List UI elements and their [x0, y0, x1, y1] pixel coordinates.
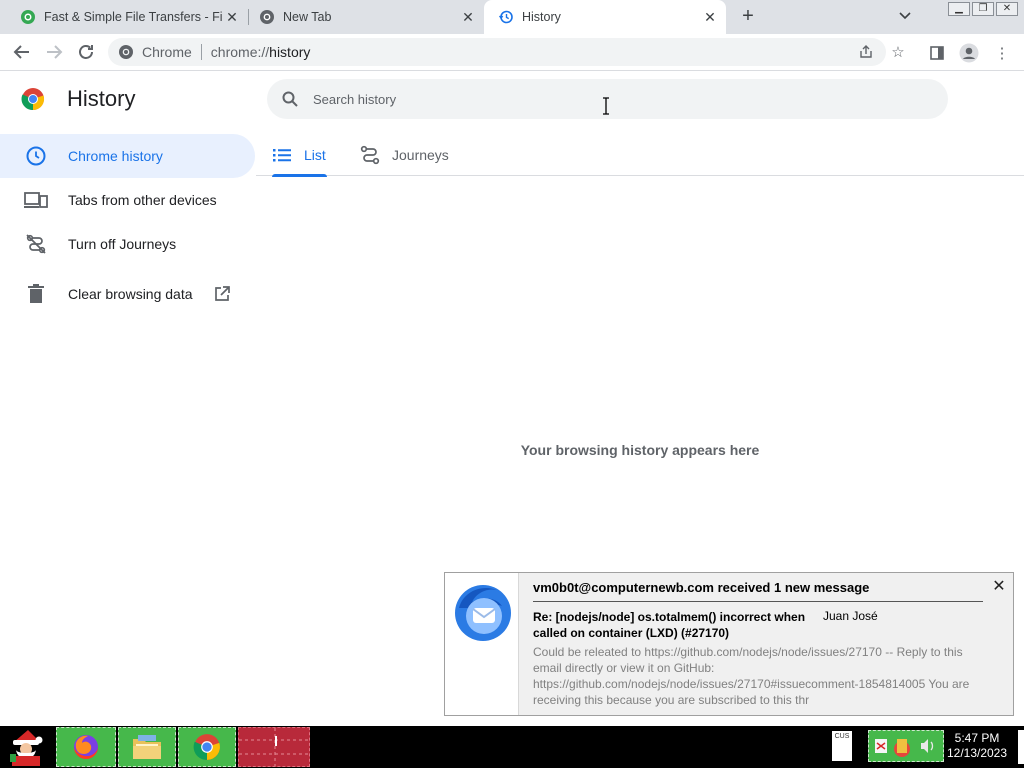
tab-history[interactable]: History ✕ [484, 0, 726, 34]
tab-label: Journeys [392, 147, 449, 163]
clock-time: 5:47 PM [954, 731, 1000, 745]
side-panel-icon[interactable] [926, 42, 948, 64]
url-path: history [269, 44, 311, 60]
system-clock[interactable]: 5:47 PM 12/13/2023 [946, 731, 1008, 761]
santa-start-icon [10, 730, 43, 766]
sidebar-item-clear-browsing-data[interactable]: Clear browsing data [0, 272, 256, 316]
tab-title: New Tab [283, 10, 332, 24]
sidebar-item-label: Chrome history [68, 148, 163, 164]
thunderbird-icon [455, 585, 511, 641]
tab-label: List [304, 147, 326, 163]
close-tab-icon[interactable]: ✕ [700, 9, 720, 26]
tab-list[interactable]: List [272, 134, 327, 177]
sidebar-item-chrome-history[interactable]: Chrome history [0, 134, 255, 178]
taskbar-chrome[interactable] [178, 727, 236, 767]
close-icon[interactable]: ✕ [991, 579, 1007, 595]
chrome-globe-icon [259, 9, 275, 25]
notification-icon-box [445, 573, 519, 715]
restore-icon[interactable]: ❐ [972, 2, 994, 16]
reload-icon[interactable] [74, 40, 98, 64]
search-icon [281, 90, 299, 108]
list-icon [272, 145, 292, 165]
tab-new-tab[interactable]: New Tab ✕ [239, 0, 484, 34]
message-sender: Juan José [823, 609, 878, 623]
close-tab-icon[interactable]: ✕ [458, 9, 478, 26]
sidebar-item-tabs-other-devices[interactable]: Tabs from other devices [0, 178, 256, 222]
message-preview: Could be releated to https://github.com/… [533, 645, 970, 707]
journeys-icon [360, 145, 380, 165]
text-cursor-icon [603, 97, 609, 115]
tab-title: Fast & Simple File Transfers - File [44, 10, 222, 24]
grid-pattern-icon [239, 728, 309, 766]
taskbar-file-explorer[interactable] [118, 727, 176, 767]
bookmark-star-icon[interactable]: ☆ [887, 38, 909, 66]
tab-file-transfers[interactable]: Fast & Simple File Transfers - File ✕ [0, 0, 248, 34]
tab-title: History [522, 10, 561, 24]
notification-heading: vm0b0t@computernewb.com received 1 new m… [533, 580, 870, 595]
notification-divider [533, 601, 983, 602]
start-button[interactable] [4, 728, 50, 766]
journeys-off-icon [24, 232, 48, 256]
tab-strip: Fast & Simple File Transfers - File ✕ Ne… [0, 0, 1024, 34]
url-divider [200, 44, 202, 60]
tray-widget[interactable]: CUS [832, 731, 852, 761]
taskbar: CUS 5:47 PM 12/13/2023 [0, 726, 1024, 768]
search-input[interactable] [313, 91, 913, 107]
message-subject: Re: [nodejs/node] os.totalmem() incorrec… [533, 610, 806, 640]
new-tab-icon[interactable]: + [736, 5, 760, 29]
sidebar-item-label: Clear browsing data [68, 286, 193, 302]
profile-avatar-icon[interactable] [958, 42, 980, 64]
taskbar-app-red[interactable] [238, 727, 310, 767]
tab-journeys[interactable]: Journeys [360, 134, 449, 176]
chevron-down-icon[interactable] [896, 8, 914, 26]
page-title: History [67, 86, 136, 111]
taskbar-firefox[interactable] [56, 727, 116, 767]
thunderbird-notification[interactable]: vm0b0t@computernewb.com received 1 new m… [444, 572, 1014, 716]
forward-icon[interactable] [42, 40, 66, 64]
trash-icon [24, 282, 48, 306]
chrome-logo-icon [21, 87, 45, 111]
share-icon[interactable] [855, 38, 877, 66]
empty-history-message: Your browsing history appears here [520, 442, 760, 458]
devices-icon [24, 188, 48, 212]
sidebar-item-label: Turn off Journeys [68, 236, 177, 252]
chrome-icon [193, 734, 220, 760]
close-window-icon[interactable]: ✕ [996, 2, 1018, 16]
chrome-site-icon [118, 44, 134, 60]
url-scheme: chrome:// [210, 44, 270, 60]
show-desktop-button[interactable] [1018, 730, 1024, 764]
back-icon[interactable] [10, 40, 34, 64]
history-clock-icon [498, 9, 514, 25]
tray-icons [875, 739, 934, 757]
sidebar-item-turn-off-journeys[interactable]: Turn off Journeys [0, 222, 256, 266]
more-menu-icon[interactable]: ⋮ [991, 42, 1013, 64]
folder-icon [133, 735, 161, 759]
screen: Fast & Simple File Transfers - File ✕ Ne… [0, 0, 1024, 768]
firefox-icon [74, 735, 98, 759]
address-bar[interactable]: Chrome chrome://history [108, 38, 886, 66]
url-origin: Chrome [142, 44, 192, 60]
history-tabs: List Journeys [256, 134, 1024, 177]
clock-date: 12/13/2023 [946, 746, 1008, 760]
history-sidebar: Chrome history Tabs from other devices T… [0, 134, 256, 316]
open-in-new-icon [213, 285, 231, 303]
minimize-icon[interactable]: ▁ [948, 2, 970, 16]
browser-toolbar: Chrome chrome://history ☆ ⋮ [0, 34, 1024, 71]
sidebar-item-label: Tabs from other devices [68, 192, 217, 208]
window-controls: ▁ ❐ ✕ [948, 2, 1018, 16]
green-globe-icon [20, 9, 36, 25]
clock-icon [24, 144, 48, 168]
system-tray[interactable] [868, 730, 944, 762]
